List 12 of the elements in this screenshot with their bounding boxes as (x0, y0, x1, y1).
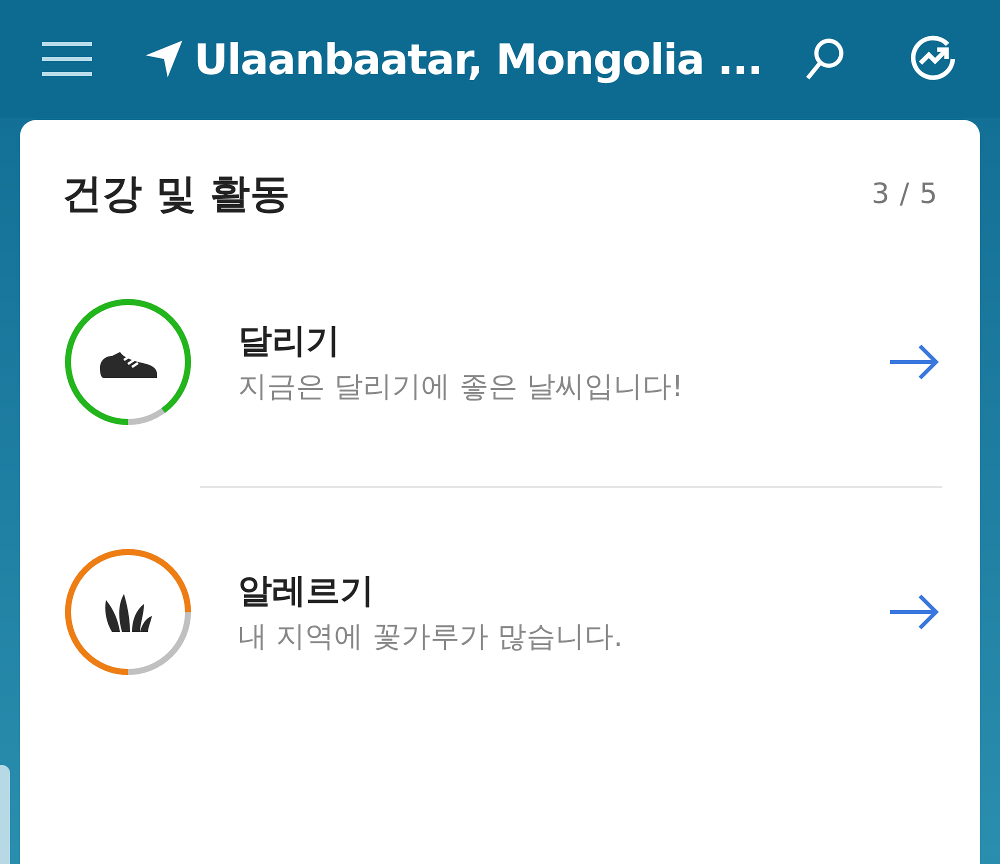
grass-icon (105, 594, 152, 632)
activity-description: 지금은 달리기에 좋은 날씨입니다! (238, 368, 684, 404)
activity-description: 내 지역에 꽃가루가 많습니다. (238, 618, 624, 654)
activity-title: 달리기 (238, 320, 341, 362)
activity-title: 알레르기 (238, 570, 375, 612)
activity-row[interactable]: 알레르기 내 지역에 꽃가루가 많습니다. (20, 544, 980, 680)
activity-row[interactable]: 달리기 지금은 달리기에 좋은 날씨입니다! (20, 294, 980, 430)
shoe-icon (100, 352, 157, 378)
location-title[interactable]: Ulaanbaatar, Mongolia ... (194, 28, 762, 90)
page-indicator: 3 / 5 (872, 176, 938, 212)
menu-icon[interactable] (42, 42, 92, 76)
card-title: 건강 및 활동 (62, 170, 290, 219)
